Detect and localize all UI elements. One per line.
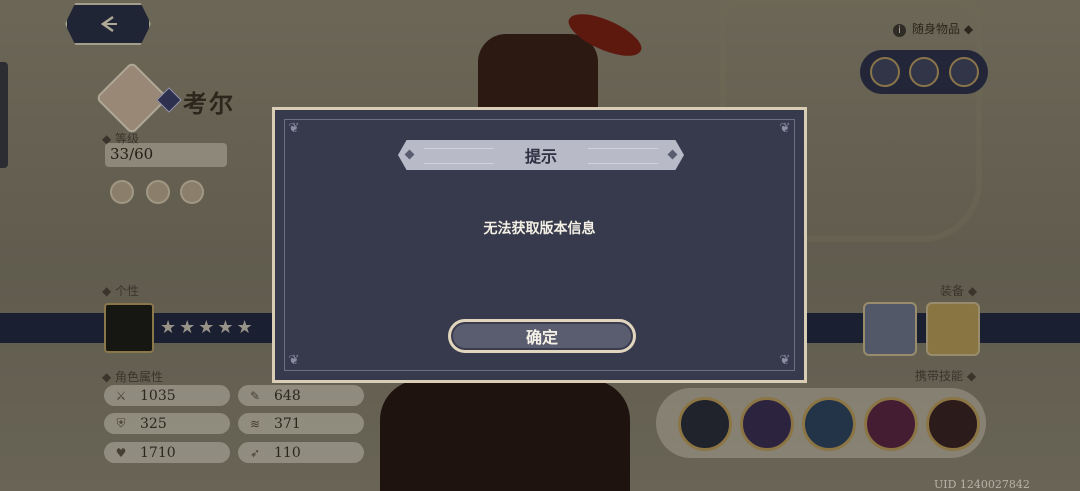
diamond-icon [667,149,678,160]
diamond-icon [404,149,415,160]
corner-ornament-icon: ❦ [288,121,300,136]
corner-ornament-icon: ❦ [779,121,791,136]
corner-ornament-icon: ❦ [288,353,300,368]
dialog-message: 无法获取版本信息 [483,221,596,237]
corner-ornament-icon: ❦ [779,353,791,368]
notice-dialog: ❦ ❦ ❦ ❦ 提示 无法获取版本信息 确定 [272,107,807,383]
confirm-button[interactable]: 确定 [448,319,636,353]
dialog-title-banner: 提示 [398,140,684,170]
confirm-button-label: 确定 [525,328,558,347]
dialog-title: 提示 [524,147,557,166]
